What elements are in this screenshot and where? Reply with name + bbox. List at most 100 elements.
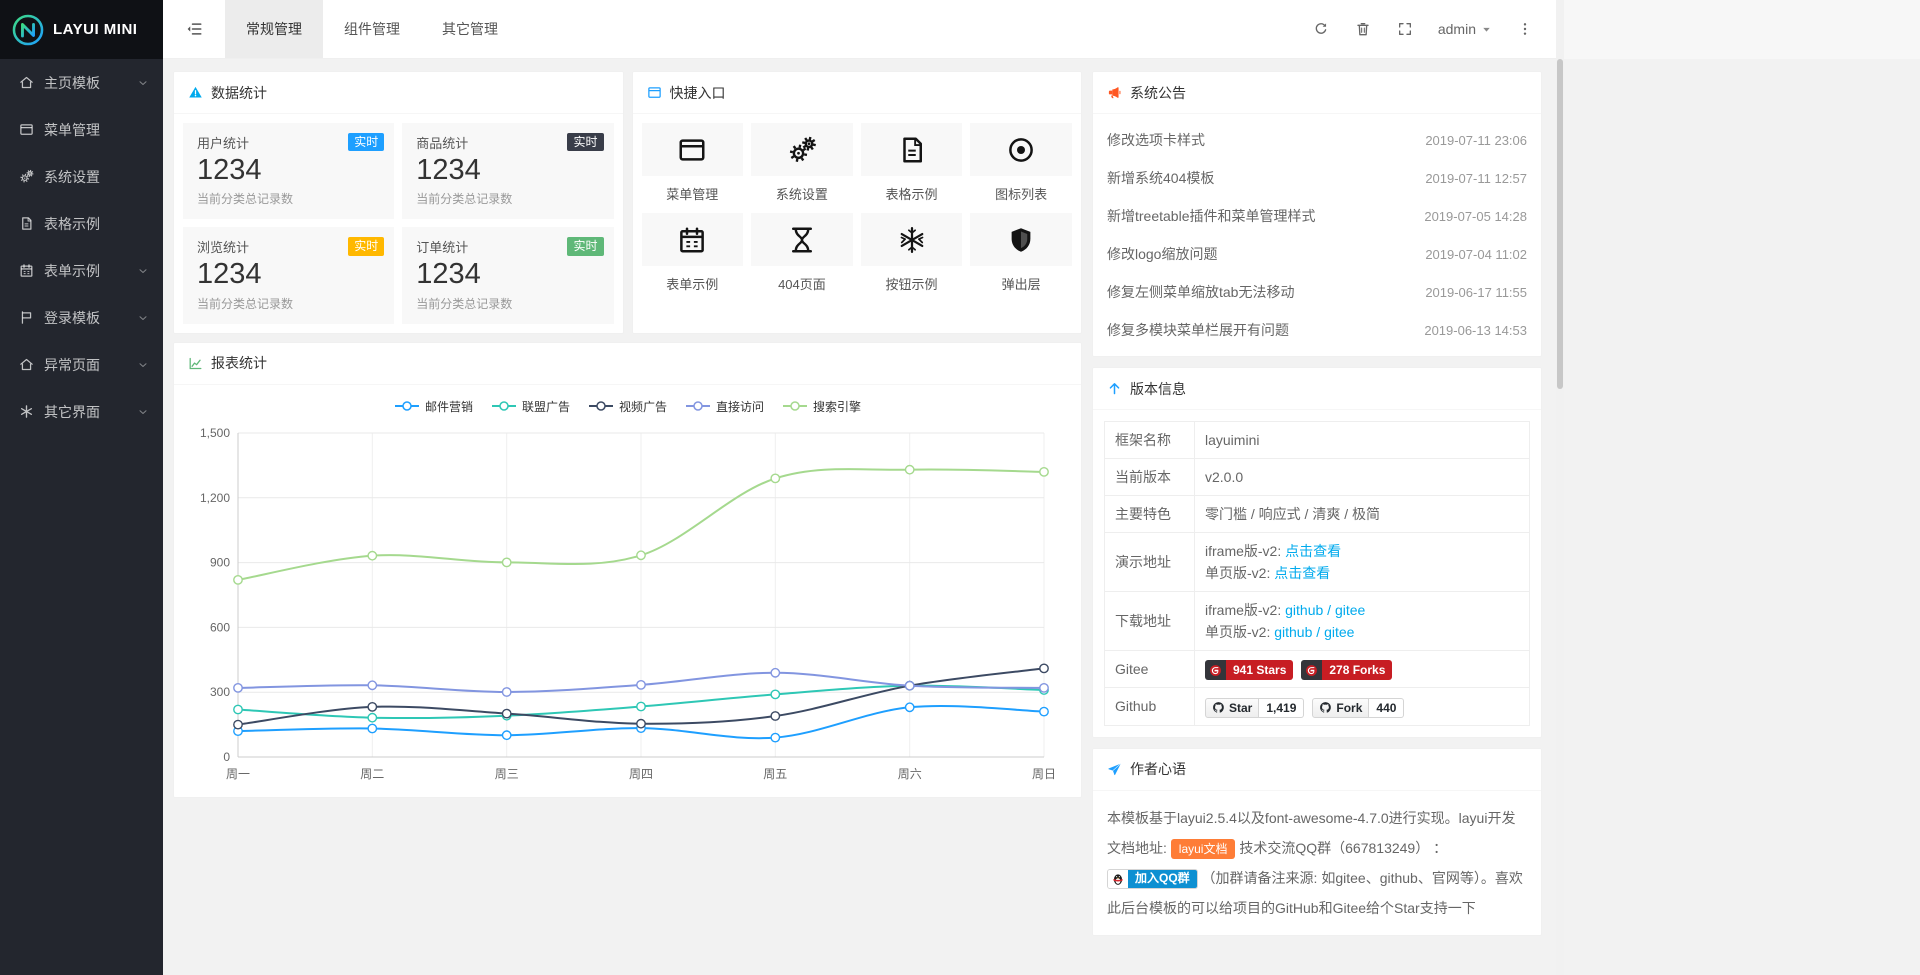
legend-item-3[interactable]: 直接访问 — [685, 398, 764, 415]
github-badge-0[interactable]: Star1,419 — [1205, 698, 1304, 718]
window-icon — [647, 85, 662, 100]
svg-text:周二: 周二 — [360, 767, 384, 781]
join-qq-group-badge[interactable]: 加入QQ群 — [1107, 869, 1198, 889]
gitee-badge-1[interactable]: 278 Forks — [1301, 660, 1392, 680]
file-icon — [19, 216, 34, 231]
version-line: iframe版-v2: github / gitee — [1205, 599, 1519, 621]
version-row: Gitee 941 Stars 278 Forks — [1105, 651, 1530, 688]
link-prefix: iframe版-v2: — [1205, 543, 1281, 559]
svg-text:周五: 周五 — [763, 767, 787, 781]
calendar-icon — [677, 225, 707, 255]
card-header: 系统公告 — [1093, 72, 1541, 114]
quick-entry-label: 菜单管理 — [642, 184, 744, 203]
gitee-badge-logo — [1301, 660, 1322, 680]
realtime-badge: 实时 — [567, 133, 603, 151]
notice-item[interactable]: 修复多模块菜单栏展开有问题2019-06-13 14:53 — [1107, 311, 1527, 349]
refresh-button[interactable] — [1300, 0, 1342, 59]
stat-desc: 当前分类总记录数 — [197, 295, 380, 312]
gitee-badge-0[interactable]: 941 Stars — [1205, 660, 1293, 680]
sidebar-item-other-pages[interactable]: 其它界面 — [0, 388, 163, 435]
notice-item[interactable]: 修改选项卡样式2019-07-11 23:06 — [1107, 121, 1527, 159]
legend-item-1[interactable]: 联盟广告 — [491, 398, 570, 415]
svg-text:300: 300 — [209, 685, 229, 699]
card-header: 快捷入口 — [633, 72, 1082, 114]
sidebar-item-login-template[interactable]: 登录模板 — [0, 294, 163, 341]
quick-entry-system-settings[interactable]: 系统设置 — [751, 123, 853, 203]
tab-components[interactable]: 组件管理 — [323, 0, 421, 58]
tab-regular[interactable]: 常规管理 — [225, 0, 323, 58]
page-scrollbar[interactable] — [1556, 0, 1564, 975]
fullscreen-button[interactable] — [1384, 0, 1426, 59]
refresh-icon — [1313, 21, 1329, 37]
sidebar-item-system-settings[interactable]: 系统设置 — [0, 153, 163, 200]
quick-entry-grid: 菜单管理系统设置表格示例图标列表表单示例 404页面按钮示例弹出层 — [633, 114, 1082, 302]
collapse-menu-button[interactable] — [163, 0, 225, 58]
legend-item-4[interactable]: 搜索引擎 — [782, 398, 861, 415]
sidebar-item-error-pages[interactable]: 异常页面 — [0, 341, 163, 388]
version-label: Gitee — [1105, 651, 1195, 688]
version-cell: 零门槛 / 响应式 / 清爽 / 极简 — [1195, 496, 1530, 533]
notice-list: 修改选项卡样式2019-07-11 23:06新增系统404模板2019-07-… — [1093, 114, 1541, 356]
github-badge-action: Fork — [1312, 698, 1369, 718]
stat-value: 1234 — [416, 154, 599, 187]
legend-label: 直接访问 — [716, 398, 764, 415]
svg-text:900: 900 — [209, 555, 229, 569]
link-0[interactable]: github — [1274, 624, 1312, 640]
layui-doc-badge[interactable]: layui文档 — [1171, 839, 1236, 860]
sidebar-item-form-example[interactable]: 表单示例 — [0, 247, 163, 294]
link-1[interactable]: gitee — [1335, 602, 1365, 618]
quick-entry-menu-management[interactable]: 菜单管理 — [642, 123, 744, 203]
quick-entry-label: 表单示例 — [642, 274, 744, 293]
sidebar-item-menu-management[interactable]: 菜单管理 — [0, 106, 163, 153]
legend-marker-icon — [394, 400, 420, 412]
user-menu[interactable]: admin — [1426, 0, 1504, 59]
scrollbar-thumb[interactable] — [1557, 59, 1563, 389]
github-badge-1[interactable]: Fork440 — [1312, 698, 1404, 718]
quick-entry-popup-layer[interactable]: 弹出层 — [970, 213, 1072, 293]
notice-item[interactable]: 新增treetable插件和菜单管理样式2019-07-05 14:28 — [1107, 197, 1527, 235]
sidebar: LAYUI MINI 主页模板菜单管理系统设置表格示例表单示例登录模板异常页面其… — [0, 0, 163, 975]
caret-down-icon — [1481, 24, 1492, 35]
link-0[interactable]: github — [1285, 602, 1323, 618]
notice-item[interactable]: 修复左侧菜单缩放tab无法移动2019-06-17 11:55 — [1107, 273, 1527, 311]
stat-box-2[interactable]: 浏览统计实时1234当前分类总记录数 — [183, 227, 394, 323]
clear-cache-button[interactable] — [1342, 0, 1384, 59]
notice-item[interactable]: 新增系统404模板2019-07-11 12:57 — [1107, 159, 1527, 197]
tab-label: 其它管理 — [442, 19, 498, 39]
link-0[interactable]: 点击查看 — [1274, 565, 1330, 581]
quick-entry-icon-list[interactable]: 图标列表 — [970, 123, 1072, 203]
topbar: 常规管理组件管理 其它管理 admin — [163, 0, 1556, 59]
sidebar-item-home-template[interactable]: 主页模板 — [0, 59, 163, 106]
line-chart-icon — [188, 356, 203, 371]
quick-entry-page-404[interactable]: 404页面 — [751, 213, 853, 293]
legend-item-2[interactable]: 视频广告 — [588, 398, 667, 415]
link-1[interactable]: gitee — [1324, 624, 1354, 640]
stat-desc: 当前分类总记录数 — [416, 190, 599, 207]
notice-item[interactable]: 修改logo缩放问题2019-07-04 11:02 — [1107, 235, 1527, 273]
quick-entry-button-example[interactable]: 按钮示例 — [861, 213, 963, 293]
quick-entry-form-example[interactable]: 表单示例 — [642, 213, 744, 293]
app-window: LAYUI MINI 主页模板菜单管理系统设置表格示例表单示例登录模板异常页面其… — [0, 0, 1556, 975]
version-line: 单页版-v2: github / gitee — [1205, 621, 1519, 643]
gitee-badge-text: 941 Stars — [1226, 660, 1293, 680]
chevron-down-icon — [137, 406, 149, 418]
stat-box-1[interactable]: 商品统计实时1234当前分类总记录数 — [402, 123, 613, 219]
layui-logo-icon — [11, 13, 45, 47]
tab-other[interactable]: 其它管理 — [421, 0, 519, 58]
author-text: 本模板基于layui2.5.4以及font-awesome-4.7.0进行实现。… — [1093, 791, 1541, 935]
stat-box-0[interactable]: 用户统计实时1234当前分类总记录数 — [183, 123, 394, 219]
version-row: 主要特色零门槛 / 响应式 / 清爽 / 极简 — [1105, 496, 1530, 533]
more-menu-button[interactable] — [1504, 0, 1546, 59]
card-header: 报表统计 — [174, 343, 1081, 385]
realtime-badge: 实时 — [348, 237, 384, 255]
quick-entry-table-example[interactable]: 表格示例 — [861, 123, 963, 203]
stat-box-3[interactable]: 订单统计实时1234当前分类总记录数 — [402, 227, 613, 323]
notice-text: 修改logo缩放问题 — [1107, 244, 1217, 264]
ellipsis-icon — [1517, 21, 1533, 37]
link-0[interactable]: 点击查看 — [1285, 543, 1341, 559]
legend-item-0[interactable]: 邮件营销 — [394, 398, 473, 415]
logo[interactable]: LAYUI MINI — [0, 0, 163, 59]
quick-tile — [970, 123, 1072, 176]
sidebar-item-table-example[interactable]: 表格示例 — [0, 200, 163, 247]
legend-marker-icon — [491, 400, 517, 412]
